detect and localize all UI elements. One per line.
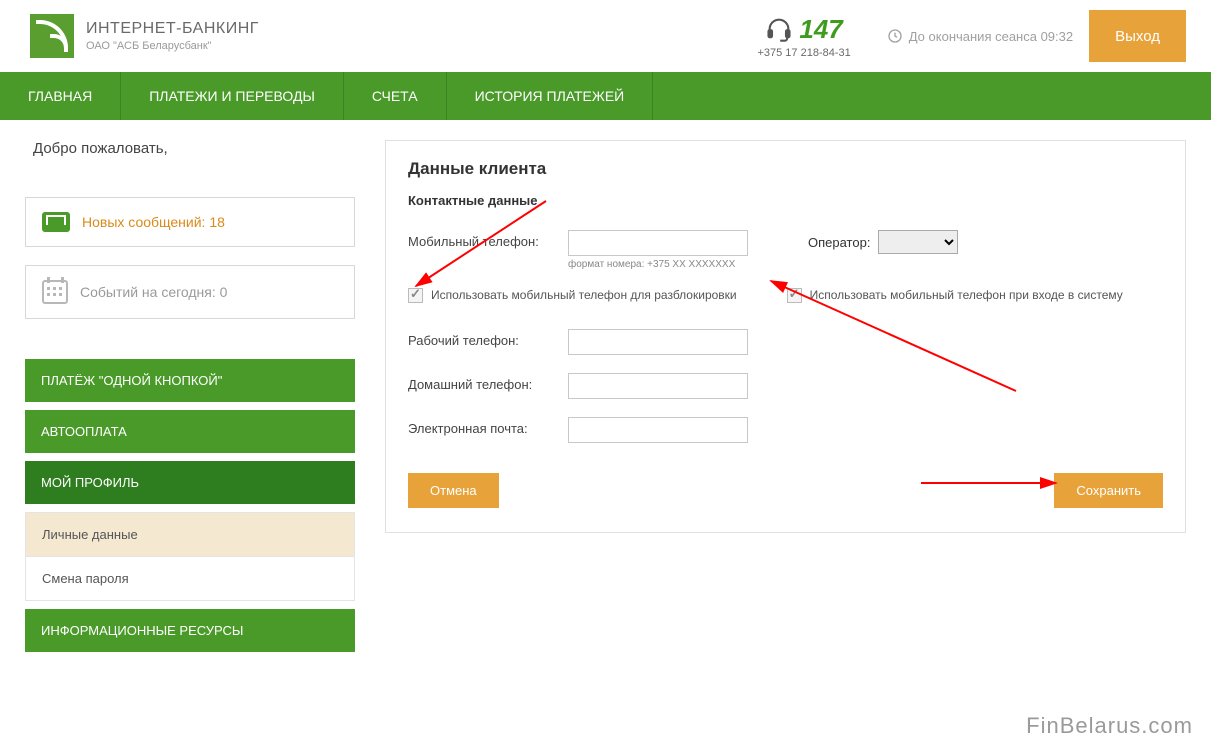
app-subtitle: ОАО "АСБ Беларусбанк" xyxy=(86,40,259,52)
email-label: Электронная почта: xyxy=(408,417,558,436)
support-block: 147 +375 17 218-84-31 xyxy=(757,14,850,59)
home-phone-label: Домашний телефон: xyxy=(408,373,558,392)
logo-text: ИНТЕРНЕТ-БАНКИНГ ОАО "АСБ Беларусбанк" xyxy=(86,20,259,52)
work-phone-input[interactable] xyxy=(568,329,748,355)
cancel-button[interactable]: Отмена xyxy=(408,473,499,508)
menu-autopay[interactable]: АВТООПЛАТА xyxy=(25,410,355,453)
events-box[interactable]: Событий на сегодня: 0 xyxy=(25,265,355,319)
save-button[interactable]: Сохранить xyxy=(1054,473,1163,508)
app-title: ИНТЕРНЕТ-БАНКИНГ xyxy=(86,20,259,38)
messages-box[interactable]: Новых сообщений: 18 xyxy=(25,197,355,247)
mobile-label: Мобильный телефон: xyxy=(408,230,558,249)
nav-accounts[interactable]: СЧЕТА xyxy=(344,72,447,120)
header-bar: ИНТЕРНЕТ-БАНКИНГ ОАО "АСБ Беларусбанк" 1… xyxy=(0,0,1211,72)
logo-block: ИНТЕРНЕТ-БАНКИНГ ОАО "АСБ Беларусбанк" xyxy=(30,14,757,58)
checkbox-login[interactable] xyxy=(787,288,802,303)
events-count: 0 xyxy=(220,284,228,300)
menu-profile[interactable]: МОЙ ПРОФИЛЬ xyxy=(25,461,355,504)
nav-payments[interactable]: ПЛАТЕЖИ И ПЕРЕВОДЫ xyxy=(121,72,344,120)
side-menu: ПЛАТЁЖ "ОДНОЙ КНОПКОЙ" АВТООПЛАТА МОЙ ПР… xyxy=(25,359,355,652)
mobile-input[interactable] xyxy=(568,230,748,256)
nav-main[interactable]: ГЛАВНАЯ xyxy=(0,72,121,120)
work-phone-label: Рабочий телефон: xyxy=(408,329,558,348)
nav-history[interactable]: ИСТОРИЯ ПЛАТЕЖЕЙ xyxy=(447,72,654,120)
support-phone: +375 17 218-84-31 xyxy=(757,47,850,59)
messages-count: 18 xyxy=(209,214,225,230)
profile-submenu: Личные данные Смена пароля xyxy=(25,512,355,601)
panel-title: Данные клиента xyxy=(408,159,1163,179)
support-short-number: 147 xyxy=(799,14,842,45)
mail-icon xyxy=(42,212,70,232)
submenu-personal-data[interactable]: Личные данные xyxy=(26,512,354,556)
logout-button[interactable]: Выход xyxy=(1089,10,1186,62)
messages-label: Новых сообщений: xyxy=(82,214,209,230)
checkbox-unlock[interactable] xyxy=(408,288,423,303)
menu-oneclick[interactable]: ПЛАТЁЖ "ОДНОЙ КНОПКОЙ" xyxy=(25,359,355,402)
panel-subtitle: Контактные данные xyxy=(408,193,1163,208)
submenu-change-password[interactable]: Смена пароля xyxy=(26,556,354,600)
bank-logo-icon xyxy=(30,14,74,58)
headset-icon xyxy=(765,15,793,43)
sidebar: Добро пожаловать, Новых сообщений: 18 Со… xyxy=(25,140,355,660)
home-phone-input[interactable] xyxy=(568,373,748,399)
events-label: Событий на сегодня: xyxy=(80,284,220,300)
checkbox-unlock-label: Использовать мобильный телефон для разбл… xyxy=(431,288,737,302)
welcome-text: Добро пожаловать, xyxy=(25,140,355,157)
operator-select[interactable] xyxy=(878,230,958,254)
format-hint: формат номера: +375 XX XXXXXXX xyxy=(568,259,748,270)
main-nav: ГЛАВНАЯ ПЛАТЕЖИ И ПЕРЕВОДЫ СЧЕТА ИСТОРИЯ… xyxy=(0,72,1211,120)
operator-label: Оператор: xyxy=(808,235,870,250)
main-panel: Данные клиента Контактные данные Мобильн… xyxy=(385,140,1186,533)
clock-icon xyxy=(887,28,903,44)
menu-info-resources[interactable]: ИНФОРМАЦИОННЫЕ РЕСУРСЫ xyxy=(25,609,355,652)
session-timer: До окончания сеанса 09:32 xyxy=(871,28,1089,44)
calendar-icon xyxy=(42,280,68,304)
checkbox-login-label: Использовать мобильный телефон при входе… xyxy=(810,288,1123,302)
email-input[interactable] xyxy=(568,417,748,443)
watermark: FinBelarus.com xyxy=(1026,713,1193,739)
